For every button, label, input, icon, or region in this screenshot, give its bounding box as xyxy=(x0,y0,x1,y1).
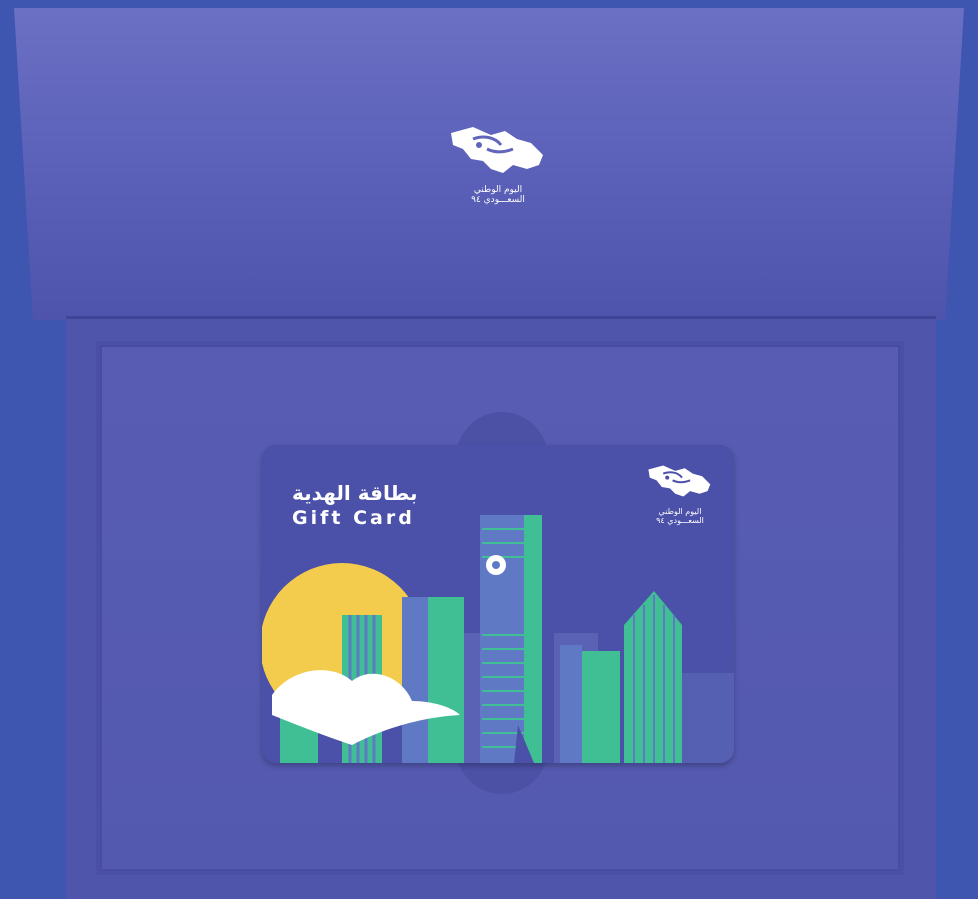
bg-building-3 xyxy=(682,673,734,763)
card-caption-line2: السعـــودي ٩٤ xyxy=(656,516,704,525)
saudi-map-logo-icon xyxy=(451,127,543,173)
card-title-arabic: بطاقة الهدية xyxy=(292,481,418,505)
saudi-map-logo-icon xyxy=(648,465,711,497)
card-caption-line1: اليوم الوطني xyxy=(658,507,702,516)
lid-emblem: اليوم الوطني السعـــودي ٩٤ xyxy=(438,125,558,205)
gift-card[interactable]: بطاقة الهدية Gift Card اليوم الوطني السع… xyxy=(262,445,734,763)
card-title-english: Gift Card xyxy=(292,507,415,529)
card-emblem: اليوم الوطني السعـــودي ٩٤ xyxy=(640,463,720,525)
lid-caption-line2: السعـــودي ٩٤ xyxy=(471,195,525,205)
green-building-3 xyxy=(580,651,620,763)
lid-caption-line1: اليوم الوطني xyxy=(473,185,523,195)
